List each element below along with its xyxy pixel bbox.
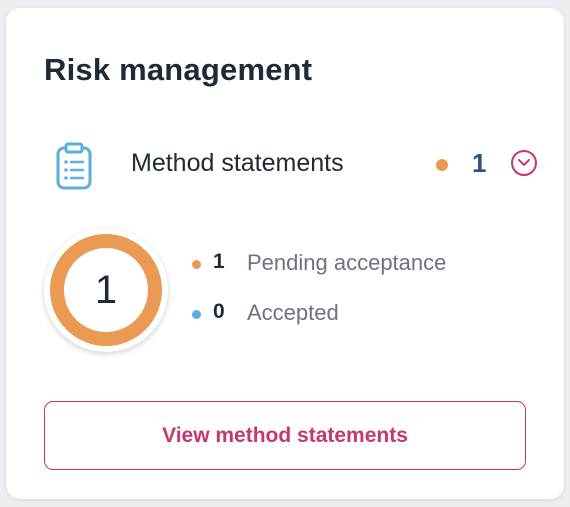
total-donut-chart: 1 (44, 228, 168, 352)
pending-status-dot (436, 159, 448, 171)
pending-count: 1 (213, 250, 225, 273)
donut-total-value: 1 (94, 268, 118, 312)
view-method-statements-button[interactable]: View method statements (44, 401, 526, 470)
accepted-count: 0 (213, 300, 225, 323)
accepted-label: Accepted (247, 300, 339, 325)
section-label: Method statements (131, 149, 344, 177)
card-title: Risk management (44, 52, 313, 87)
section-count: 1 (472, 148, 487, 178)
pending-label: Pending acceptance (247, 250, 447, 275)
pending-dot (192, 260, 201, 269)
accepted-dot (192, 310, 201, 319)
method-statements-row[interactable]: Method statements 1 (6, 136, 564, 192)
clipboard-icon (54, 142, 94, 190)
chevron-down-icon[interactable] (511, 150, 537, 176)
risk-management-card: Risk management Method statements 1 1 1 … (6, 8, 564, 499)
